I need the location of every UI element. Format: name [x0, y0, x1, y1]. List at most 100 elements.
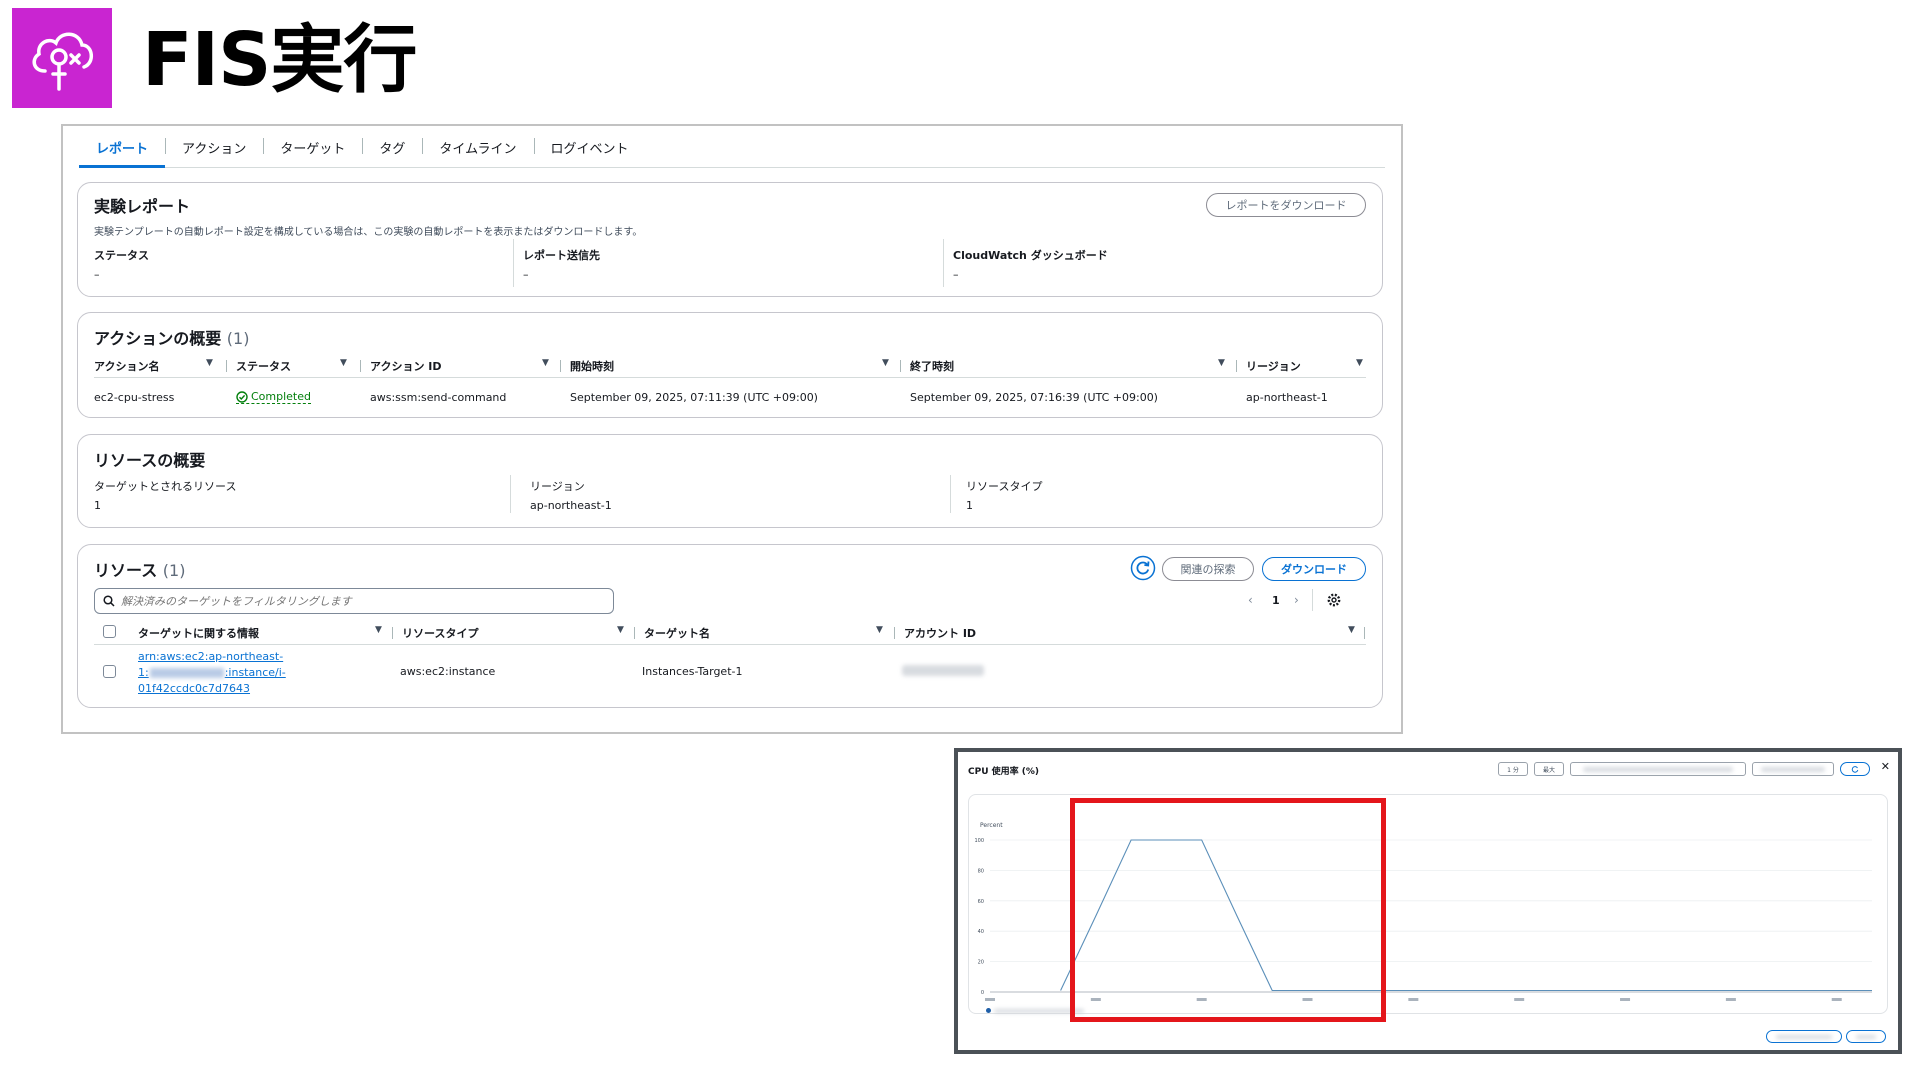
refresh-button[interactable] [1130, 555, 1156, 581]
fis-console-panel: レポート アクション ターゲット タグ タイムライン ログイベント 実験レポート… [61, 124, 1403, 734]
action-summary-title: アクションの概要 (1) [94, 325, 249, 349]
arn-line-1: arn:aws:ec2:ap-northeast- [138, 650, 284, 663]
col-target-info[interactable]: ターゲットに関する情報 [138, 625, 259, 641]
arn-line-2-suffix: :instance/i- [224, 666, 286, 679]
column-divider [226, 360, 227, 372]
targeted-resources-value: 1 [94, 499, 101, 512]
search-input[interactable] [121, 594, 581, 608]
tab-targets[interactable]: ターゲット [263, 138, 362, 167]
tab-timeline[interactable]: タイムライン [422, 138, 533, 167]
action-start-cell: September 09, 2025, 07:11:39 (UTC +09:00… [570, 391, 818, 404]
action-summary-card: アクションの概要 (1) アクション名 ▼ ステータス ▼ アクション ID ▼… [77, 312, 1383, 418]
action-summary-count: (1) [226, 329, 250, 348]
arn-line-3: 01f42ccdc0c7d7643 [138, 682, 251, 695]
col-action-name[interactable]: アクション名 [94, 358, 159, 374]
tab-report[interactable]: レポート [79, 138, 166, 168]
col-start-time[interactable]: 開始時刻 [570, 358, 614, 374]
tab-bar: レポート アクション ターゲット タグ タイムライン ログイベント [79, 126, 1385, 168]
x-tick-label [985, 998, 995, 1001]
x-tick-label [1514, 998, 1525, 1001]
report-status-value: – [94, 268, 100, 281]
report-destination-value: – [523, 268, 529, 281]
column-divider [1364, 627, 1365, 639]
download-button[interactable]: ダウンロード [1262, 557, 1366, 581]
divider [1312, 589, 1313, 611]
tab-actions[interactable]: アクション [165, 138, 263, 167]
report-status-field: ステータス – [94, 247, 149, 281]
x-tick-label [1408, 998, 1419, 1001]
previous-page-icon[interactable]: ‹ [1248, 593, 1253, 607]
tab-log-events[interactable]: ログイベント [533, 138, 646, 167]
sort-icon[interactable]: ▼ [542, 358, 549, 368]
col-region[interactable]: リージョン [1246, 358, 1301, 374]
highlight-box [1070, 798, 1386, 1022]
page-title: FIS実行 [142, 17, 417, 103]
next-page-icon[interactable]: › [1294, 593, 1299, 607]
view-in-metrics-button[interactable] [1766, 1030, 1842, 1043]
report-status-label: ステータス [94, 249, 149, 262]
y-tick-label: 0 [981, 990, 984, 996]
arn-line-2-prefix: 1: [138, 666, 149, 679]
col-end-time[interactable]: 終了時刻 [910, 358, 954, 374]
sort-icon[interactable]: ▼ [340, 358, 347, 368]
y-tick-label: 40 [978, 929, 984, 935]
col-resource-type[interactable]: リソースタイプ [402, 625, 478, 641]
tab-tags[interactable]: タグ [362, 138, 422, 167]
divider [513, 239, 514, 287]
sort-icon[interactable]: ▼ [882, 358, 889, 368]
resource-type-value: 1 [966, 499, 973, 512]
column-divider [392, 627, 393, 639]
col-account-id[interactable]: アカウント ID [904, 625, 976, 641]
blurred-account-id [149, 668, 224, 678]
row-checkbox[interactable] [103, 665, 116, 678]
sort-icon[interactable]: ▼ [206, 358, 213, 368]
sort-icon[interactable]: ▼ [617, 625, 624, 635]
targeted-resources-label: ターゲットとされるリソース [94, 480, 237, 493]
legend-swatch [986, 1008, 991, 1013]
divider [943, 239, 944, 287]
cloudwatch-dashboard-label: CloudWatch ダッシュボード [953, 249, 1108, 262]
current-page-number[interactable]: 1 [1272, 594, 1280, 607]
settings-button[interactable] [1326, 592, 1342, 612]
refresh-icon [1130, 555, 1156, 581]
divider [510, 475, 511, 513]
action-table-header: アクション名 ▼ ステータス ▼ アクション ID ▼ 開始時刻 ▼ 終了時刻 … [94, 358, 1366, 378]
select-all-checkbox[interactable] [103, 625, 116, 638]
targeted-resources-field: ターゲットとされるリソース 1 [94, 478, 236, 512]
sort-icon[interactable]: ▼ [1218, 358, 1225, 368]
col-action-id[interactable]: アクション ID [370, 358, 442, 374]
col-status[interactable]: ステータス [236, 358, 291, 374]
resources-title: リソース (1) [94, 557, 185, 581]
column-divider [1236, 360, 1237, 372]
resource-type-field: リソースタイプ 1 [966, 478, 1042, 512]
sort-icon[interactable]: ▼ [876, 625, 883, 635]
resource-region-value: ap-northeast-1 [530, 499, 612, 512]
action-summary-title-text: アクションの概要 [94, 329, 222, 348]
y-tick-label: 20 [978, 960, 984, 966]
download-report-button[interactable]: レポートをダウンロード [1206, 193, 1366, 217]
search-field[interactable] [94, 588, 614, 614]
blurred-account-id [902, 665, 984, 676]
column-divider [560, 360, 561, 372]
sort-icon[interactable]: ▼ [375, 625, 382, 635]
action-status-cell[interactable]: Completed [236, 390, 311, 406]
column-divider [900, 360, 901, 372]
report-destination-label: レポート送信先 [523, 249, 600, 262]
report-title: 実験レポート [94, 197, 191, 216]
resource-region-field: リージョン ap-northeast-1 [530, 478, 612, 512]
check-circle-icon [236, 390, 248, 403]
experiment-report-card: 実験レポート レポートをダウンロード 実験テンプレートの自動レポート設定を構成し… [77, 182, 1383, 297]
explore-related-button[interactable]: 関連の探索 [1162, 557, 1254, 581]
divider [950, 475, 951, 513]
action-end-cell: September 09, 2025, 07:16:39 (UTC +09:00… [910, 391, 1158, 404]
col-target-name[interactable]: ターゲット名 [644, 625, 710, 641]
sort-icon[interactable]: ▼ [1348, 625, 1355, 635]
resource-type-cell: aws:ec2:instance [400, 665, 496, 678]
resources-title-text: リソース [94, 561, 158, 580]
arn-line-2: 1: :instance/i- [138, 665, 286, 681]
resources-card: リソース (1) 関連の探索 ダウンロード ‹ 1 › [77, 544, 1383, 708]
sort-icon[interactable]: ▼ [1356, 358, 1363, 368]
x-tick-label [1620, 998, 1631, 1001]
close-widget-button[interactable] [1846, 1030, 1886, 1043]
target-arn-link[interactable]: arn:aws:ec2:ap-northeast- 1: :instance/i… [138, 649, 286, 697]
